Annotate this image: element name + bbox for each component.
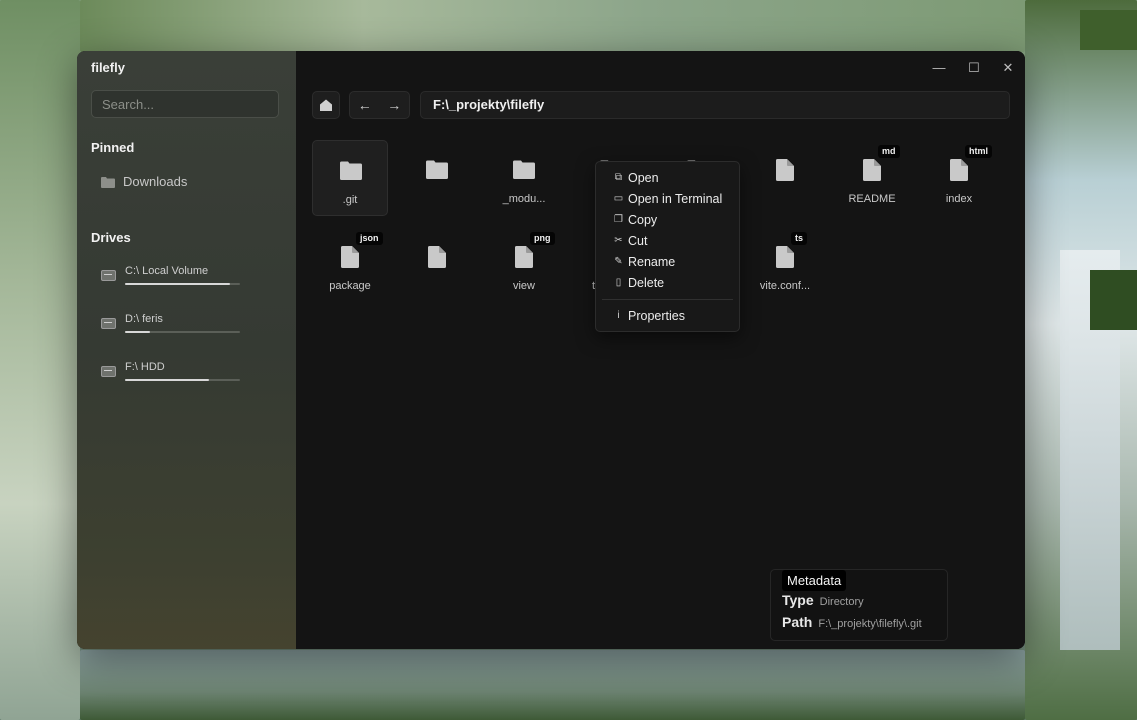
metadata-type-value: Directory — [819, 596, 864, 608]
menu-item-label: Copy — [628, 212, 658, 227]
metadata-type-label: Type — [782, 592, 814, 608]
drive-usage-bar — [125, 331, 240, 333]
path-bar[interactable]: F:\_projekty\filefly — [420, 91, 1010, 119]
background-leaves — [1090, 270, 1137, 330]
menu-item-label: Open — [628, 170, 659, 185]
drives-title: Drives — [91, 230, 131, 245]
menu-item-properties[interactable]: i Properties — [596, 305, 739, 326]
home-icon — [320, 99, 332, 111]
file-icon — [774, 159, 796, 181]
file-item[interactable]: html index — [921, 140, 997, 216]
metadata-path-value: F:\_projekty\filefly\.git — [818, 618, 922, 630]
history-nav: ← → — [349, 91, 410, 119]
drive-label: F:\ HDD — [125, 361, 165, 373]
menu-separator — [602, 299, 733, 300]
metadata-path-row: Path F:\_projekty\filefly\.git — [782, 614, 922, 630]
home-button[interactable] — [312, 91, 340, 119]
drive-usage-fill — [125, 283, 230, 285]
file-icon — [426, 246, 448, 268]
menu-item-open-terminal[interactable]: ▭ Open in Terminal — [596, 188, 739, 209]
file-item[interactable]: png view — [486, 227, 562, 303]
app-title: filefly — [91, 60, 125, 75]
file-name: index — [945, 193, 973, 205]
file-icon — [513, 246, 535, 268]
maximize-button[interactable]: ☐ — [962, 59, 986, 77]
menu-item-open[interactable]: ⧉ Open — [596, 167, 739, 188]
file-name: _modu... — [502, 193, 546, 205]
extension-badge: md — [878, 145, 900, 158]
sidebar-item-label: Downloads — [123, 174, 188, 189]
file-item[interactable]: ts vite.conf... — [747, 227, 823, 303]
metadata-type-row: Type Directory — [782, 592, 864, 608]
file-name: .git — [342, 194, 358, 206]
folder-icon — [101, 176, 115, 188]
menu-item-copy[interactable]: ❐ Copy — [596, 209, 739, 230]
folder-icon — [340, 160, 362, 182]
file-name: package — [329, 280, 371, 292]
file-item[interactable] — [399, 227, 475, 303]
folder-icon — [426, 159, 448, 181]
menu-item-label: Cut — [628, 233, 648, 248]
hard-drive-icon — [101, 270, 116, 281]
minimize-button[interactable]: — — [927, 59, 951, 77]
background-forest-left — [0, 0, 80, 720]
context-menu: ⧉ Open ▭ Open in Terminal ❐ Copy ✂ Cut ✎ Rena… — [595, 161, 740, 332]
file-item[interactable]: md README — [834, 140, 910, 216]
scissors-icon: ✂ — [614, 235, 623, 246]
extension-badge: html — [965, 145, 992, 158]
file-name: vite.conf... — [759, 280, 811, 292]
hard-drive-icon — [101, 366, 116, 377]
drive-label: C:\ Local Volume — [125, 265, 209, 277]
main-pane: — ☐ ✕ ← → F:\_projekty\filefly .git _modu… — [296, 51, 1025, 649]
info-icon: i — [617, 310, 620, 321]
trash-icon: ▯ — [615, 277, 622, 288]
extension-badge: json — [356, 232, 383, 245]
pinned-title: Pinned — [91, 140, 135, 155]
metadata-path-label: Path — [782, 614, 813, 630]
drive-usage-bar — [125, 283, 240, 285]
back-arrow-icon[interactable]: ← — [358, 97, 372, 113]
forward-arrow-icon[interactable]: → — [387, 97, 401, 113]
metadata-panel: Metadata Type Directory Path F:\_projekty\… — [770, 569, 948, 641]
pencil-icon: ✎ — [614, 256, 623, 267]
file-name: README — [848, 193, 896, 205]
hard-drive-icon — [101, 318, 116, 329]
file-icon — [948, 159, 970, 181]
metadata-title: Metadata — [782, 570, 847, 591]
drive-usage-fill — [125, 331, 151, 333]
menu-item-label: Open in Terminal — [628, 191, 723, 206]
menu-item-rename[interactable]: ✎ Rename — [596, 251, 739, 272]
terminal-icon: ▭ — [613, 193, 624, 204]
drive-label: D:\ feris — [125, 313, 163, 325]
background-forest-top — [80, 0, 1025, 52]
search-input[interactable] — [91, 90, 279, 118]
menu-item-label: Properties — [628, 308, 685, 323]
file-icon — [861, 159, 883, 181]
background-forest-bottom — [80, 650, 1025, 720]
folder-icon — [513, 159, 535, 181]
external-link-icon: ⧉ — [614, 172, 623, 183]
app-window: filefly Pinned Downloads Drives C:\ Loca… — [77, 51, 1025, 649]
menu-item-label: Rename — [628, 254, 676, 269]
file-icon — [339, 246, 361, 268]
file-item[interactable]: json package — [312, 227, 388, 303]
menu-item-cut[interactable]: ✂ Cut — [596, 230, 739, 251]
folder-item[interactable]: .git — [312, 140, 388, 216]
folder-item[interactable] — [399, 140, 475, 216]
extension-badge: ts — [791, 232, 808, 245]
background-leaves — [1080, 10, 1137, 50]
menu-item-delete[interactable]: ▯ Delete — [596, 272, 739, 293]
drive-usage-bar — [125, 379, 240, 381]
folder-item[interactable]: _modu... — [486, 140, 562, 216]
menu-item-label: Delete — [628, 275, 665, 290]
file-item[interactable] — [747, 140, 823, 216]
extension-badge: png — [530, 232, 555, 245]
copy-icon: ❐ — [614, 214, 623, 225]
sidebar-item-downloads[interactable]: Downloads — [101, 174, 187, 189]
sidebar: filefly Pinned Downloads Drives C:\ Loca… — [77, 51, 296, 649]
drive-usage-fill — [125, 379, 209, 381]
close-button[interactable]: ✕ — [996, 59, 1020, 77]
file-name: view — [512, 280, 535, 292]
file-icon — [774, 246, 796, 268]
